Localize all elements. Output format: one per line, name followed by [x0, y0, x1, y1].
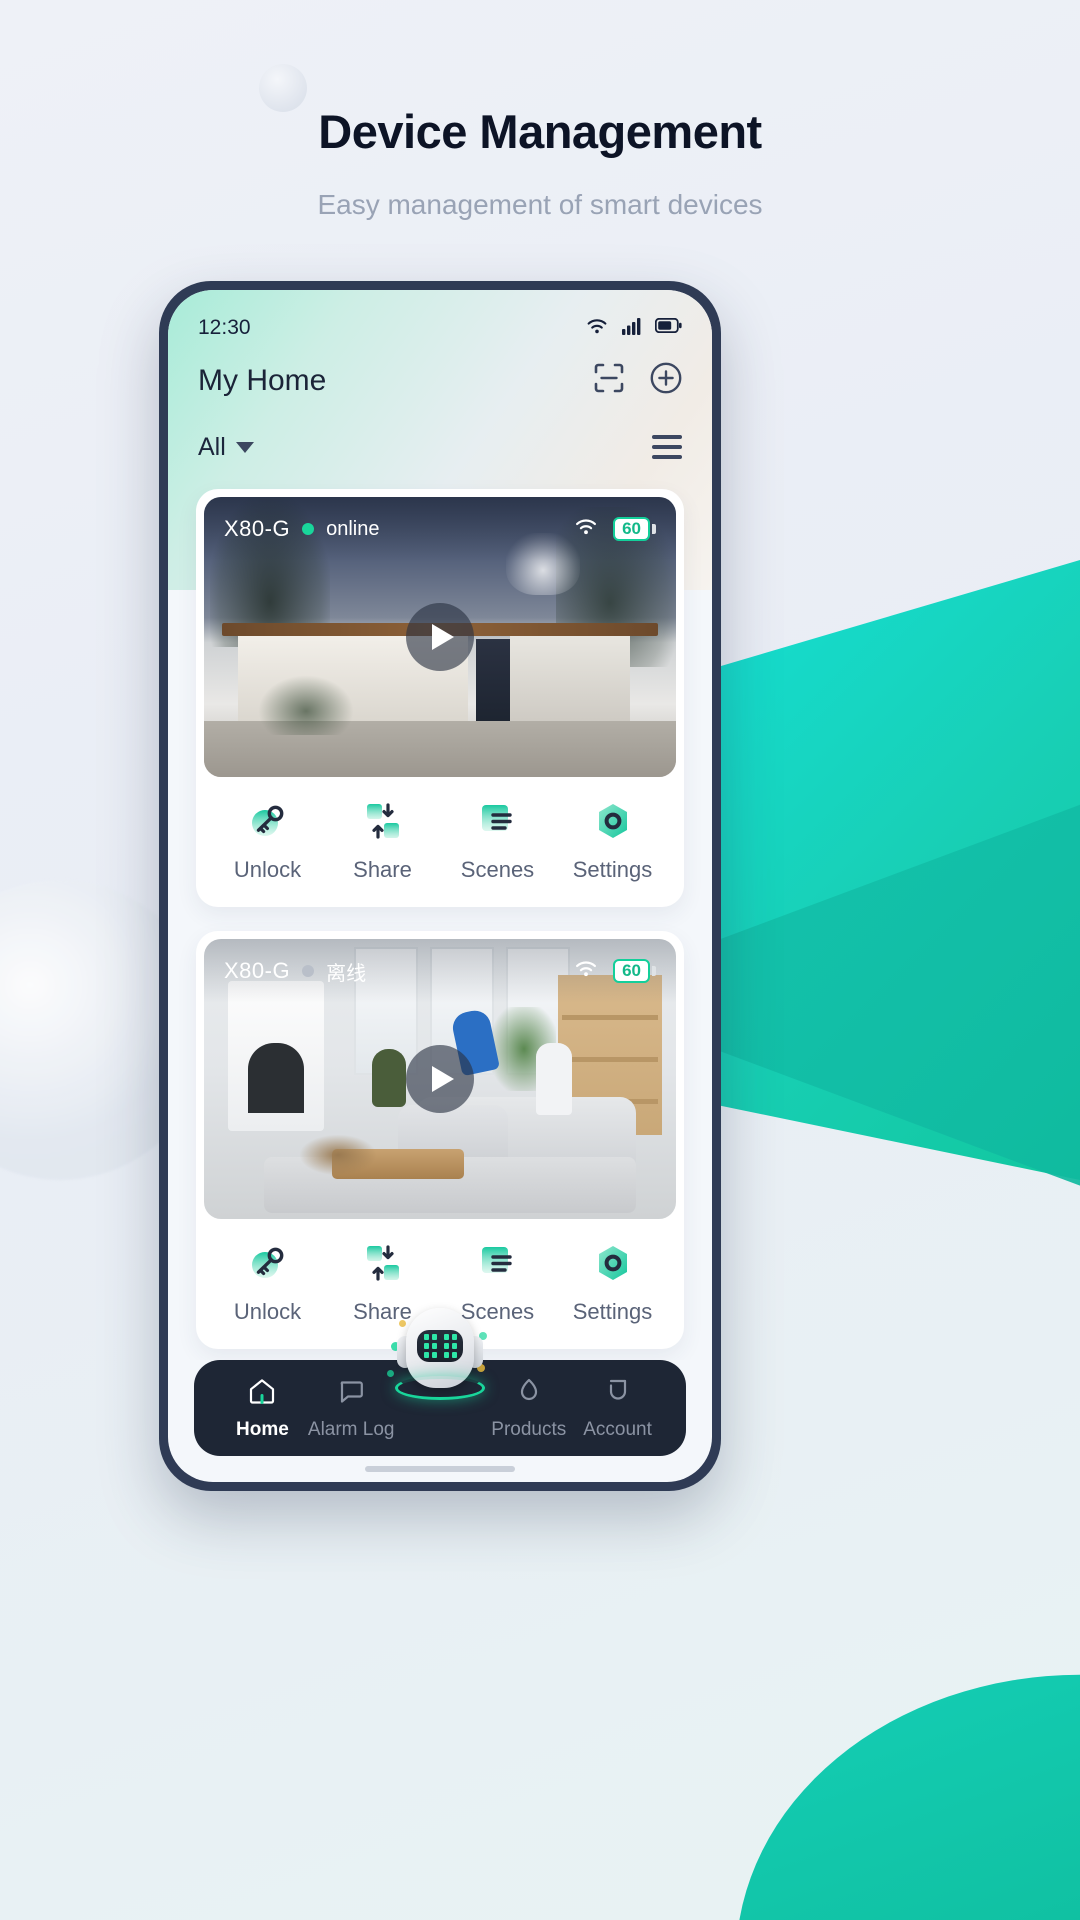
nav-item-account[interactable]: Account [573, 1376, 662, 1441]
action-label: Settings [572, 857, 653, 882]
status-dot-offline [302, 965, 315, 977]
hamburger-menu-icon[interactable] [652, 429, 682, 465]
device-status-text: 离线 [326, 962, 367, 985]
chat-bubble-icon [336, 1376, 366, 1411]
action-label: Unlock [233, 1299, 302, 1324]
device-name: X80-G [224, 516, 291, 541]
status-dot-online [302, 523, 315, 535]
scan-icon[interactable] [594, 363, 624, 398]
action-label: Unlock [233, 857, 302, 882]
action-label: Settings [572, 1299, 653, 1324]
device-battery-badge: 60 [613, 516, 656, 542]
device-battery-level: 60 [613, 958, 650, 984]
filter-dropdown[interactable]: All [198, 433, 254, 462]
nav-label: Home [236, 1418, 289, 1440]
battery-icon [654, 317, 682, 338]
wifi-icon [573, 517, 599, 541]
status-bar: 12:30 [168, 290, 712, 340]
device-list[interactable]: X80-G online 60 Unlock Share Scenes Sett… [168, 465, 712, 1360]
action-label: Scenes [460, 857, 535, 882]
page-header: Device Management Easy management of sma… [0, 104, 1080, 221]
key-unlock-icon [246, 799, 290, 843]
scenes-list-icon [476, 1241, 520, 1285]
cellular-signal-icon [622, 317, 642, 340]
device-name: X80-G [224, 958, 291, 983]
add-device-icon[interactable] [650, 362, 682, 399]
filter-label: All [198, 432, 226, 461]
device-card[interactable]: X80-G 离线 60 Unlock Share Scenes Settings [196, 931, 684, 1349]
action-unlock[interactable]: Unlock [210, 799, 325, 883]
app-bar: My Home [168, 340, 712, 399]
nav-item-alarm-log[interactable]: Alarm Log [307, 1376, 396, 1441]
device-status-text: online [326, 517, 380, 540]
key-unlock-icon [246, 1241, 290, 1285]
phone-screen: 12:30 My Home All X80-G online 60 Unlock… [168, 290, 712, 1482]
share-swap-icon [361, 1241, 405, 1285]
wifi-icon [585, 317, 609, 340]
device-battery-level: 60 [613, 516, 650, 542]
battery-cap-icon [652, 966, 656, 976]
device-battery-badge: 60 [613, 958, 656, 984]
share-swap-icon [361, 799, 405, 843]
battery-cap-icon [652, 524, 656, 534]
action-settings[interactable]: Settings [555, 1241, 670, 1325]
nav-item-home[interactable]: Home [218, 1376, 307, 1441]
settings-hex-icon [591, 799, 635, 843]
nav-item-products[interactable]: Products [484, 1376, 573, 1441]
robot-assistant-icon[interactable] [387, 1308, 492, 1432]
phone-mockup: 12:30 My Home All X80-G online 60 Unlock… [159, 281, 721, 1491]
play-icon[interactable] [406, 1045, 474, 1113]
play-icon[interactable] [406, 603, 474, 671]
wifi-icon [573, 959, 599, 983]
page-title: Device Management [318, 105, 762, 158]
nav-label: Alarm Log [307, 1418, 395, 1440]
bottom-nav-bar: Home Alarm Log Products Account [194, 1308, 686, 1456]
filter-bar: All [168, 399, 712, 465]
device-actions: Unlock Share Scenes Settings [204, 777, 676, 907]
home-icon [247, 1376, 277, 1411]
device-overlay-header: X80-G online 60 [204, 497, 676, 561]
settings-hex-icon [591, 1241, 635, 1285]
nav-label: Products [491, 1418, 567, 1440]
action-share[interactable]: Share [325, 799, 440, 883]
action-scenes[interactable]: Scenes [440, 799, 555, 883]
bottom-navigation: Home Alarm Log Products Account [168, 1308, 712, 1482]
device-preview[interactable]: X80-G online 60 [204, 497, 676, 777]
device-card[interactable]: X80-G online 60 Unlock Share Scenes Sett… [196, 489, 684, 907]
device-preview[interactable]: X80-G 离线 60 [204, 939, 676, 1219]
account-icon [603, 1376, 633, 1411]
action-unlock[interactable]: Unlock [210, 1241, 325, 1325]
scenes-list-icon [476, 799, 520, 843]
device-overlay-header: X80-G 离线 60 [204, 939, 676, 1003]
status-bar-clock: 12:30 [198, 316, 251, 339]
chevron-down-icon [235, 441, 254, 453]
home-title: My Home [198, 363, 327, 397]
products-icon [514, 1376, 544, 1411]
nav-label: Account [583, 1418, 652, 1440]
home-indicator [365, 1466, 515, 1472]
action-label: Share [353, 857, 412, 882]
page-subtitle: Easy management of smart devices [317, 189, 763, 220]
action-settings[interactable]: Settings [555, 799, 670, 883]
